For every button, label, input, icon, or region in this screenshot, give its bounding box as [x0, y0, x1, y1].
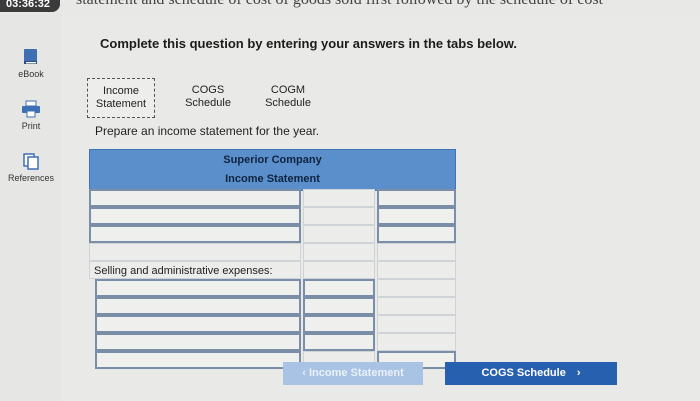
previous-tab-label: Income Statement: [308, 367, 404, 379]
amount-input[interactable]: [377, 225, 456, 243]
amount-cell: [377, 243, 456, 261]
book-icon: [24, 49, 37, 64]
table-header: Superior Company Income Statement: [89, 149, 456, 191]
amount-input[interactable]: [377, 207, 456, 225]
amount-cell: [303, 261, 375, 279]
table-row: [89, 333, 456, 351]
account-input[interactable]: [95, 333, 301, 351]
table-row: Selling and administrative expenses:: [89, 261, 456, 279]
sidebar-item-label: eBook: [18, 69, 44, 79]
sidebar-item-label: References: [7, 173, 55, 183]
chevron-right-icon: ›: [576, 367, 581, 379]
company-name: Superior Company: [223, 154, 322, 166]
table-row: [89, 207, 456, 225]
tab-label-line1: COGM: [270, 84, 306, 96]
account-input[interactable]: [89, 207, 301, 225]
table-row: [89, 315, 456, 333]
amount-cell: [377, 297, 456, 315]
sidebar-item-ebook[interactable]: eBook: [0, 48, 62, 79]
table-row: [89, 243, 456, 261]
table-row: [89, 189, 456, 207]
tab-label-line1: COGS: [191, 84, 225, 96]
tab-income-statement[interactable]: Income Statement: [87, 78, 155, 118]
tab-label-line2: Schedule: [185, 97, 231, 109]
tab-label-line2: Schedule: [265, 97, 311, 109]
printer-icon: [22, 100, 40, 118]
sidebar-item-print[interactable]: Print: [0, 100, 62, 131]
table-row: [89, 225, 456, 243]
account-input[interactable]: [95, 351, 301, 369]
tab-label-line1: Income: [102, 85, 140, 97]
amount-input[interactable]: [303, 315, 375, 333]
amount-input[interactable]: [303, 333, 375, 351]
sidebar: eBook Print References: [0, 14, 62, 401]
amount-cell: [377, 315, 456, 333]
blank-cell: [89, 243, 301, 261]
documents-icon: [23, 153, 39, 170]
table-row: [89, 297, 456, 315]
top-strip: 03:36:32 statement and schedule of cost …: [0, 0, 700, 14]
income-statement-table: Superior Company Income Statement Sellin…: [89, 149, 456, 369]
tab-cogs-schedule[interactable]: COGS Schedule: [170, 78, 246, 118]
amount-cell: [377, 279, 456, 297]
chevron-left-icon: ‹: [302, 367, 306, 379]
amount-input[interactable]: [377, 189, 456, 207]
statement-title: Income Statement: [225, 173, 320, 185]
amount-cell: [303, 207, 375, 225]
timer: 03:36:32: [0, 0, 61, 12]
table-row: [89, 279, 456, 297]
selling-admin-label: Selling and administrative expenses:: [89, 261, 301, 279]
instruction-text: Prepare an income statement for the year…: [95, 124, 320, 138]
previous-tab-button[interactable]: ‹ Income Statement: [283, 362, 423, 385]
next-tab-label: COGS Schedule: [481, 367, 566, 379]
account-input[interactable]: [89, 225, 301, 243]
tab-cogm-schedule[interactable]: COGM Schedule: [248, 78, 328, 118]
amount-cell: [377, 261, 456, 279]
amount-cell: [303, 225, 375, 243]
sidebar-item-label: Print: [21, 121, 41, 131]
tab-label-line2: Statement: [95, 98, 147, 110]
account-input[interactable]: [95, 279, 301, 297]
amount-cell: [303, 243, 375, 261]
instructions-heading: Complete this question by entering your …: [100, 36, 518, 51]
next-tab-button[interactable]: COGS Schedule ›: [445, 362, 617, 385]
sidebar-item-references[interactable]: References: [0, 152, 62, 183]
question-text-cut: statement and schedule of cost of goods …: [76, 0, 603, 9]
amount-cell: [377, 333, 456, 351]
amount-input[interactable]: [303, 279, 375, 297]
account-input[interactable]: [95, 315, 301, 333]
account-input[interactable]: [89, 189, 301, 207]
amount-cell: [303, 189, 375, 207]
main-panel: Complete this question by entering your …: [62, 14, 700, 401]
account-input[interactable]: [95, 297, 301, 315]
amount-input[interactable]: [303, 297, 375, 315]
